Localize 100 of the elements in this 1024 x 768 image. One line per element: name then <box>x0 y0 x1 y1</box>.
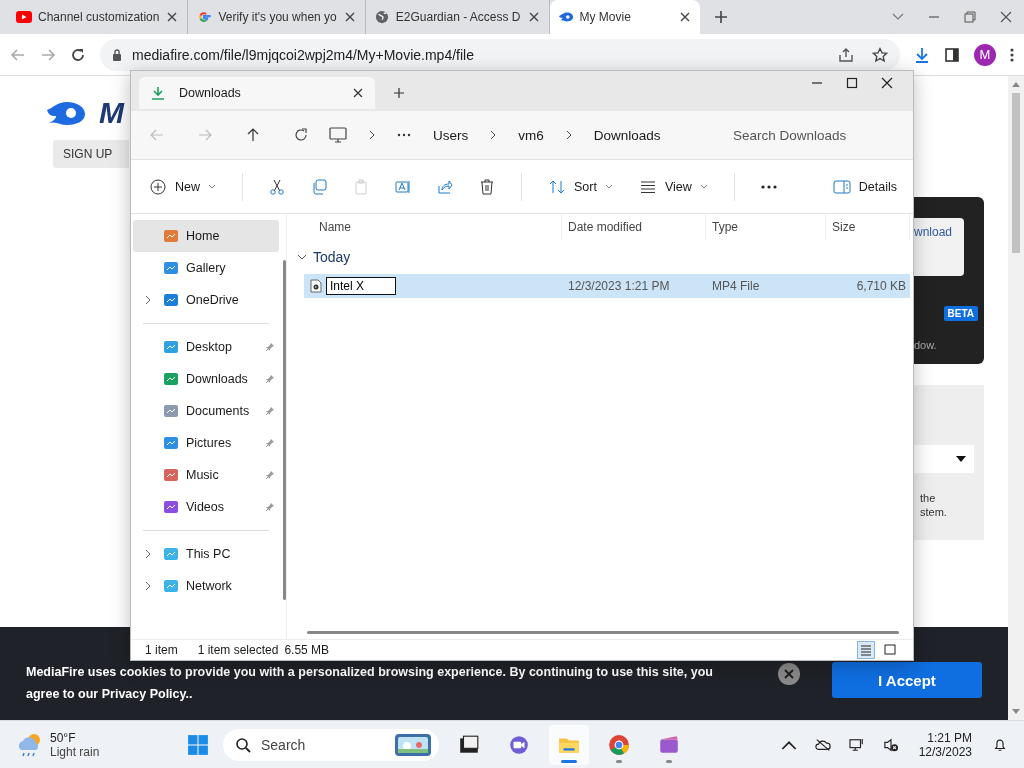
new-tab-icon[interactable] <box>713 10 728 24</box>
sidebar-item[interactable]: Network <box>133 570 279 602</box>
video-camera-icon <box>508 733 530 756</box>
close-icon[interactable] <box>353 88 363 98</box>
pin-icon[interactable] <box>265 406 275 416</box>
sidebar-item[interactable]: Gallery <box>133 252 279 284</box>
chevron-right-icon[interactable] <box>145 549 151 559</box>
restore-icon[interactable] <box>964 11 976 23</box>
beta-badge: BETA <box>943 306 978 321</box>
share-icon[interactable] <box>838 46 854 63</box>
share-icon[interactable] <box>437 178 453 195</box>
profile-avatar[interactable]: M <box>974 43 996 66</box>
cloud-off-icon[interactable] <box>814 737 831 752</box>
window-icon <box>458 733 480 756</box>
browser-tab[interactable]: Verify it's you when yo <box>188 0 366 34</box>
pin-icon[interactable] <box>265 470 275 480</box>
logo-text: M <box>99 96 124 130</box>
scroll-up-icon[interactable] <box>1012 82 1020 87</box>
ellipsis-icon[interactable] <box>397 133 411 137</box>
scrollbar-thumb[interactable] <box>1012 93 1020 253</box>
new-button[interactable]: New <box>149 178 216 195</box>
breadcrumb-bar[interactable]: Users vm6 Downloads <box>329 119 715 151</box>
star-icon[interactable] <box>872 46 888 63</box>
accept-button[interactable]: I Accept <box>831 662 982 698</box>
browser-tab[interactable]: Channel customization <box>8 0 189 34</box>
file-row[interactable]: Intel X 12/3/2023 1:21 PM MP4 File 6,710 KB <box>304 274 910 298</box>
browser-tab[interactable]: E2Guardian - Access D <box>365 0 550 34</box>
bell-icon[interactable] <box>992 737 1008 752</box>
copy-icon[interactable] <box>311 178 327 195</box>
column-header[interactable]: Name <box>287 214 562 240</box>
list-icon <box>638 178 657 195</box>
column-header[interactable]: Type <box>706 214 826 240</box>
type-cell-text: MP4 File <box>711 279 761 293</box>
lock-icon <box>112 48 122 61</box>
sidebar-item[interactable]: Pictures <box>133 427 279 459</box>
sidebar-scrollbar[interactable] <box>283 260 286 600</box>
breadcrumb-item[interactable]: Downloads <box>593 127 661 143</box>
sort-button[interactable]: Sort <box>548 178 613 195</box>
sidebar-item[interactable]: OneDrive <box>133 284 279 316</box>
sign-up-button[interactable]: SIGN UP <box>53 140 129 168</box>
temperature-text: 50°F <box>50 730 77 745</box>
sidebar-item[interactable]: Videos <box>133 491 279 523</box>
chevron-right-icon[interactable] <box>145 581 151 591</box>
panel-text: dow. <box>914 339 938 351</box>
caret-icon <box>604 184 613 189</box>
column-header[interactable]: Date modified <box>562 214 706 240</box>
new-tab-icon[interactable] <box>393 87 405 99</box>
tab-title: Channel customization <box>38 10 160 24</box>
note-text: stem. <box>920 505 947 519</box>
refresh-icon[interactable] <box>293 127 309 143</box>
sidebar-item[interactable]: Downloads <box>133 363 279 395</box>
chevron-right-icon <box>369 130 375 140</box>
note-text: the <box>920 491 936 505</box>
download-button[interactable]: wnload <box>914 218 964 276</box>
sidebar-item[interactable]: Documents <box>133 395 279 427</box>
search-field[interactable]: Search <box>223 728 439 761</box>
pin-icon[interactable] <box>265 342 275 352</box>
close-icon[interactable] <box>1000 11 1012 23</box>
sidebar-item[interactable]: Music <box>133 459 279 491</box>
chevron-icon <box>297 254 307 260</box>
horizontal-scrollbar[interactable] <box>307 630 899 634</box>
address-field[interactable]: mediafire.com/file/l9mjqcoi2wpj2m4/My+Movie.mp4/file <box>100 38 900 71</box>
scissors-icon[interactable] <box>269 178 285 195</box>
date-cell-text: 12/3/2023 1:21 PM <box>567 279 671 293</box>
chevron-right-icon <box>490 130 497 140</box>
details-button[interactable]: Details <box>832 178 897 195</box>
speaker-muted-icon[interactable] <box>882 737 899 752</box>
dropdown-field[interactable] <box>914 445 974 473</box>
sidebar-item[interactable]: This PC <box>133 538 279 570</box>
network-icon[interactable] <box>848 737 865 752</box>
sidebar-item[interactable]: Home <box>133 220 279 252</box>
letter-g-icon <box>196 10 213 24</box>
breadcrumb-item[interactable]: Users <box>433 127 469 143</box>
maximize-icon[interactable] <box>846 77 858 89</box>
windows-start-icon[interactable] <box>187 733 209 756</box>
chevron-right-icon <box>565 130 572 140</box>
scrollbar-track[interactable] <box>1008 76 1024 720</box>
sidebar-item[interactable]: Desktop <box>133 331 279 363</box>
trash-icon[interactable] <box>479 178 495 195</box>
download-icon[interactable] <box>914 46 930 63</box>
up-arrow-icon[interactable] <box>245 127 261 143</box>
view-button[interactable]: View <box>638 178 708 195</box>
rename-icon[interactable] <box>395 178 411 195</box>
pin-icon[interactable] <box>265 502 275 512</box>
tab-title: Verify it's you when yo <box>218 10 337 24</box>
explorer-tab[interactable]: Downloads <box>139 77 375 109</box>
reload-icon[interactable] <box>70 46 86 63</box>
details-view-button[interactable] <box>857 641 875 659</box>
flame-icon <box>557 10 574 24</box>
column-header[interactable]: Size <box>826 214 910 240</box>
breadcrumb-item[interactable]: vm6 <box>518 127 544 143</box>
chevron-right-icon[interactable] <box>145 295 151 305</box>
pin-icon[interactable] <box>265 438 275 448</box>
more-icon[interactable] <box>1010 46 1014 63</box>
rename-field[interactable]: Intel X <box>326 277 396 295</box>
scroll-down-icon[interactable] <box>1012 709 1020 714</box>
pin-icon[interactable] <box>265 374 275 384</box>
browser-tab[interactable]: My Movie <box>549 0 700 34</box>
close-icon[interactable] <box>881 77 893 89</box>
side-panel-icon[interactable] <box>944 46 960 63</box>
